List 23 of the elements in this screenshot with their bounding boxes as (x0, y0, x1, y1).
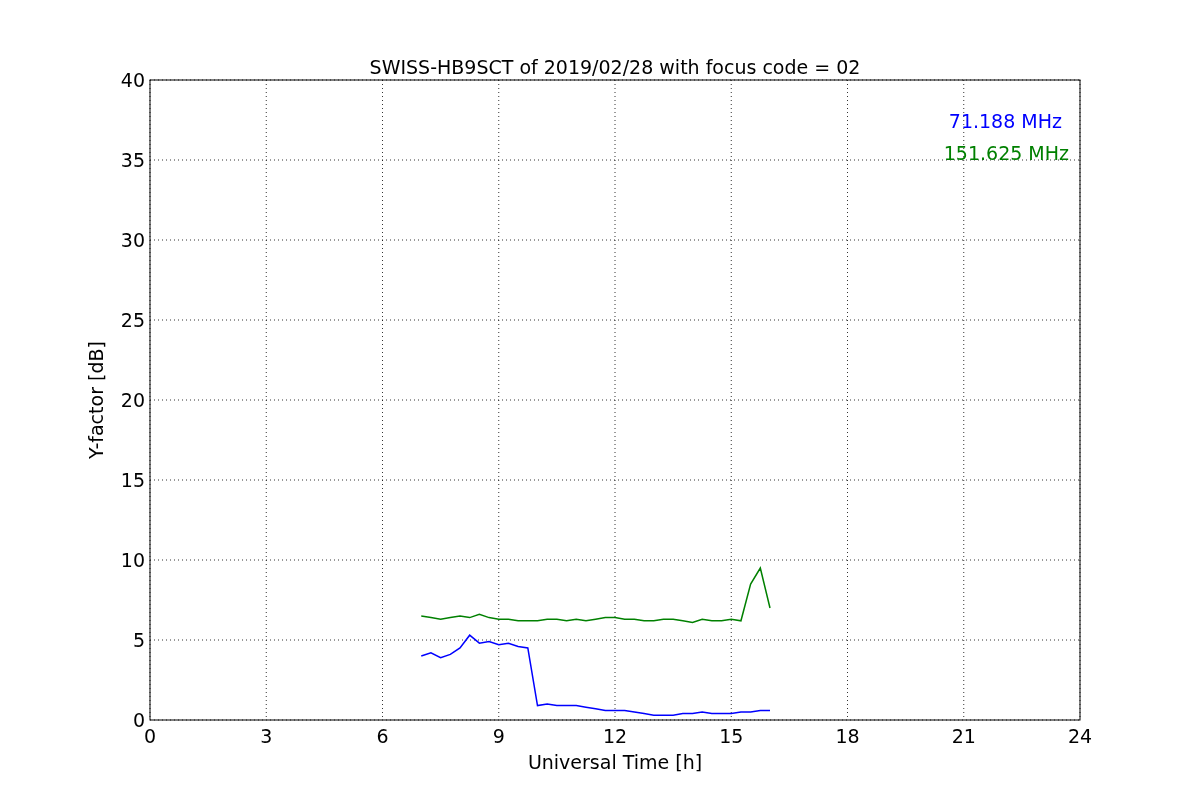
x-tick-label: 9 (492, 725, 505, 747)
y-tick-label: 25 (120, 309, 145, 331)
y-tick-label: 40 (120, 69, 145, 91)
x-tick-label: 12 (602, 725, 628, 747)
x-tick-label: 18 (835, 725, 860, 747)
y-tick-label: 20 (120, 389, 145, 411)
x-tick-label: 3 (260, 725, 273, 747)
x-tick-label: 6 (376, 725, 389, 747)
legend-label: 151.625 MHz (943, 142, 1069, 164)
y-tick-label: 30 (120, 229, 145, 251)
y-tick-label: 15 (120, 469, 145, 491)
x-tick-label: 24 (1067, 725, 1093, 747)
x-tick-label: 21 (951, 725, 976, 747)
y-tick-label: 0 (132, 709, 145, 731)
y-tick-label: 35 (120, 149, 145, 171)
y-axis-label: Y-factor [dB] (85, 341, 107, 459)
legend-label: 71.188 MHz (948, 110, 1062, 132)
x-tick-label: 15 (719, 725, 744, 747)
x-axis-label: Universal Time [h] (527, 751, 703, 773)
y-tick-label: 10 (120, 549, 145, 571)
chart-title: SWISS-HB9SCT of 2019/02/28 with focus code = 02 (369, 56, 861, 78)
y-tick-label: 5 (132, 629, 145, 651)
x-tick-label: 0 (143, 725, 157, 747)
